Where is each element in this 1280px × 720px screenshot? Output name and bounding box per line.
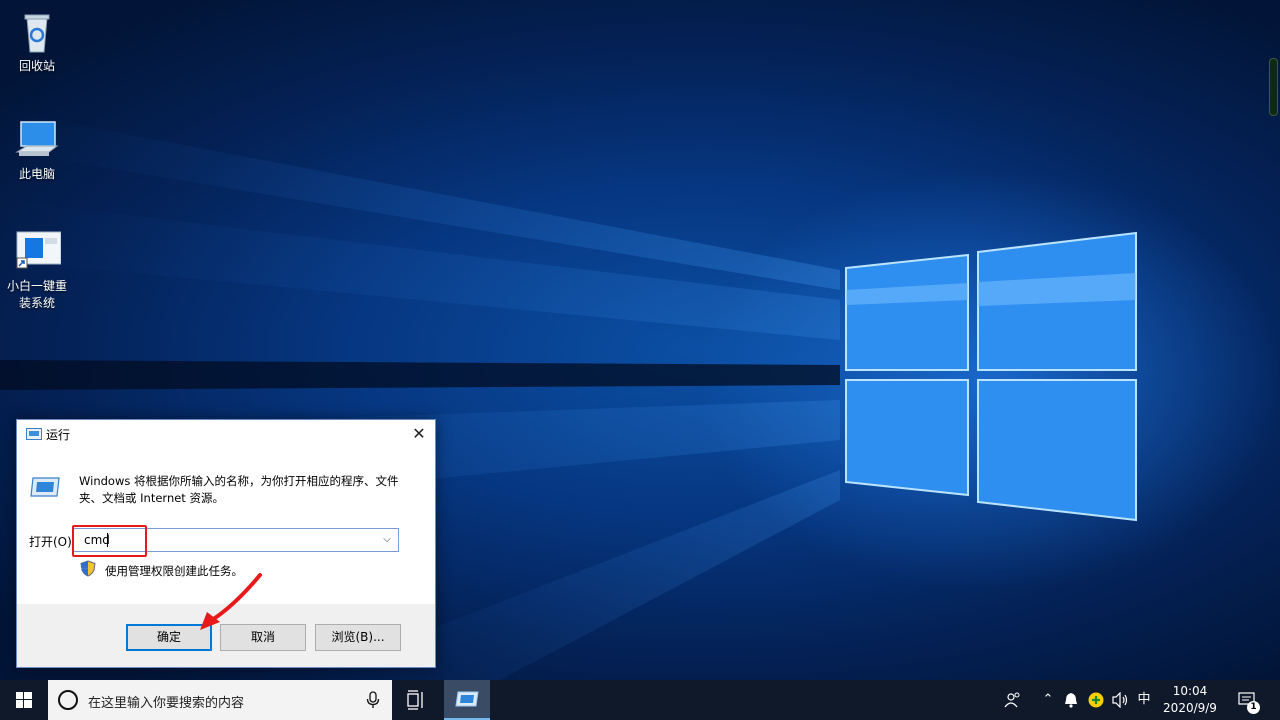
desktop-icon-this-pc[interactable]: 此电脑 — [0, 116, 74, 183]
windows-start-icon — [16, 692, 32, 708]
run-program-icon — [30, 477, 60, 497]
taskbar: 在这里输入你要搜索的内容 ⌃ 中 10:04 2020/9/9 1 — [0, 680, 1280, 720]
app-tray-icon[interactable] — [1086, 680, 1106, 720]
chevron-up-icon[interactable]: ⌃ — [1038, 680, 1058, 720]
desktop-icon-xiaobai[interactable]: 小白一键重装系统 — [0, 228, 74, 312]
microphone-icon[interactable] — [366, 691, 380, 709]
start-button[interactable] — [0, 680, 48, 720]
notification-count-badge: 1 — [1247, 701, 1260, 714]
close-icon: ✕ — [412, 424, 426, 443]
open-combobox[interactable]: cmd ⌵ — [73, 528, 399, 552]
bell-icon[interactable] — [1062, 680, 1080, 720]
side-meter-indicator — [1269, 58, 1278, 116]
input-method-indicator[interactable]: 中 — [1134, 680, 1154, 720]
taskbar-run-app[interactable] — [444, 680, 490, 720]
desktop-icon-label: 回收站 — [18, 59, 55, 73]
computer-icon — [13, 116, 61, 164]
open-label: 打开(O): — [29, 535, 76, 549]
app-shortcut-icon — [13, 228, 62, 276]
task-view-icon — [407, 690, 423, 710]
taskbar-clock[interactable]: 10:04 2020/9/9 — [1158, 683, 1222, 717]
run-icon — [26, 428, 42, 440]
close-button[interactable]: ✕ — [403, 420, 435, 449]
task-view-button[interactable] — [400, 680, 432, 720]
clock-time: 10:04 — [1172, 684, 1208, 698]
clock-date: 2020/9/9 — [1163, 701, 1217, 715]
browse-button[interactable]: 浏览(B)... — [315, 624, 401, 651]
search-placeholder: 在这里输入你要搜索的内容 — [88, 696, 245, 711]
people-icon[interactable] — [1000, 680, 1026, 720]
chevron-down-icon[interactable]: ⌵ — [379, 531, 395, 549]
run-icon — [455, 691, 479, 707]
cortana-search-icon — [58, 690, 78, 710]
desktop-icon-label: 小白一键重装系统 — [6, 279, 67, 310]
dialog-titlebar[interactable]: 运行 ✕ — [17, 420, 435, 449]
action-center-icon[interactable] — [1234, 680, 1260, 720]
dialog-description: Windows 将根据你所输入的名称，为你打开相应的程序、文件夹、文档或 Int… — [79, 474, 399, 505]
windows-logo-wallpaper — [845, 231, 1137, 522]
recycle-bin-icon — [13, 8, 61, 56]
dialog-title: 运行 — [46, 428, 71, 442]
annotation-arrow — [200, 573, 262, 630]
taskbar-search-box[interactable]: 在这里输入你要搜索的内容 — [48, 680, 392, 720]
volume-icon[interactable] — [1110, 680, 1132, 720]
text-caret — [107, 533, 108, 547]
desktop-icon-label: 此电脑 — [18, 167, 55, 181]
desktop-icon-recycle-bin[interactable]: 回收站 — [0, 8, 74, 75]
shield-icon — [80, 560, 96, 577]
